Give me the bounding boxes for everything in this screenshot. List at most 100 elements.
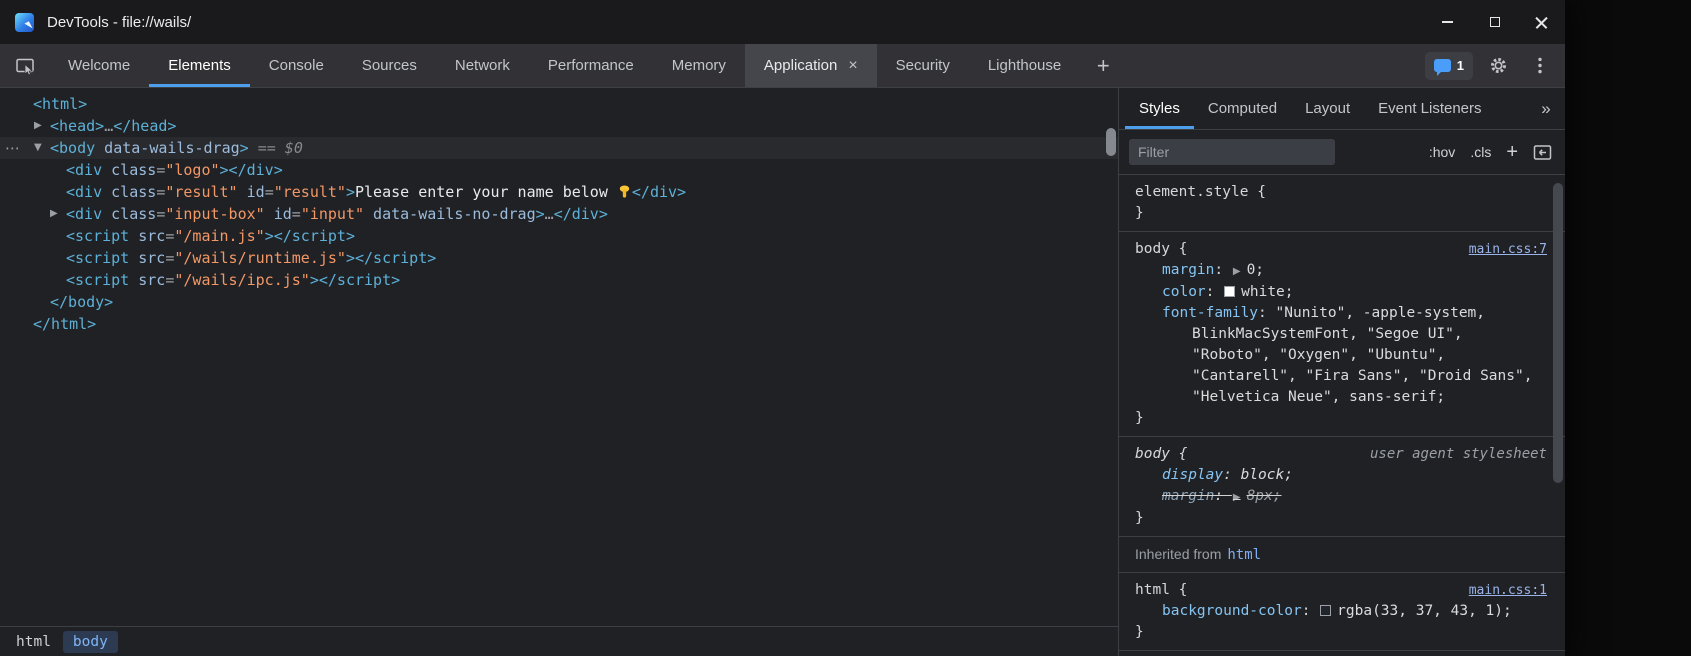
tab-welcome[interactable]: Welcome — [49, 44, 149, 87]
element-class-toggle[interactable]: .cls — [1470, 144, 1491, 160]
overflow-tabs-button[interactable]: » — [1527, 88, 1565, 129]
css-property-line[interactable]: margin: ▶0; — [1135, 260, 1547, 282]
stylesheet-link[interactable]: main.css:7 — [1469, 239, 1547, 260]
settings-button[interactable] — [1481, 49, 1515, 83]
token-eq: = — [156, 161, 165, 179]
token-cssval: rgba(33, 37, 43, 1); — [1337, 603, 1512, 619]
tab-label: Sources — [362, 57, 417, 74]
pseudo-state-toggle[interactable]: :hov — [1429, 144, 1455, 160]
shorthand-expander-icon[interactable]: ▶ — [1233, 266, 1241, 277]
color-swatch[interactable] — [1224, 286, 1235, 297]
selector[interactable]: body { — [1135, 444, 1187, 465]
token-tag: <script — [66, 227, 129, 245]
scrollbar-thumb[interactable] — [1106, 128, 1116, 156]
tab-console[interactable]: Console — [250, 44, 343, 87]
dom-tree-line[interactable]: </body> — [0, 291, 1118, 313]
css-property-line[interactable]: display: block; — [1135, 465, 1547, 486]
sidebar-tab-event-listeners[interactable]: Event Listeners — [1364, 88, 1495, 129]
more-actions-icon[interactable]: ⋯ — [5, 137, 21, 159]
computed-sidebar-toggle-button[interactable] — [1533, 144, 1552, 161]
notifications-badge[interactable]: 1 — [1425, 52, 1473, 80]
css-property-line[interactable]: background-color: rgba(33, 37, 43, 1); — [1135, 601, 1547, 622]
token-tag: </body> — [50, 293, 113, 311]
sidebar-tab-computed[interactable]: Computed — [1194, 88, 1291, 129]
token-attr: src — [129, 249, 165, 267]
inspect-element-button[interactable] — [0, 44, 49, 87]
tab-elements[interactable]: Elements — [149, 44, 250, 87]
selector[interactable]: body { — [1135, 239, 1187, 260]
tab-sources[interactable]: Sources — [343, 44, 436, 87]
breadcrumb-item-html[interactable]: html — [6, 631, 61, 653]
maximize-button[interactable] — [1471, 0, 1518, 44]
sidebar-tab-styles[interactable]: Styles — [1125, 88, 1194, 129]
close-button[interactable] — [1518, 0, 1565, 44]
titlebar[interactable]: DevTools - file://wails/ — [0, 0, 1565, 44]
minimize-icon — [1442, 21, 1453, 23]
styles-filter-input[interactable] — [1129, 139, 1335, 165]
token-cssval: "Nunito", -apple-system, — [1276, 305, 1486, 321]
css-property-line[interactable]: margin: ▶8px; — [1135, 486, 1547, 508]
styles-content: element.style {}body {main.css:7margin: … — [1119, 175, 1565, 656]
expand-arrow-icon[interactable]: ▶ — [34, 115, 42, 137]
css-property-line[interactable]: color: white; — [1135, 282, 1547, 303]
inspect-icon — [15, 56, 35, 76]
dom-tree-line[interactable]: ⋯▼<body data-wails-drag> == $0 — [0, 137, 1118, 159]
breadcrumb-item-body[interactable]: body — [63, 631, 118, 653]
css-property-line[interactable]: "Cantarell", "Fira Sans", "Droid Sans", — [1135, 366, 1547, 387]
new-style-rule-button[interactable]: + — [1506, 142, 1518, 162]
chat-bubble-icon — [1434, 59, 1451, 72]
scrollbar-thumb[interactable] — [1553, 183, 1563, 483]
token-attr: id — [265, 205, 292, 223]
dom-tree-line[interactable]: <div class="result" id="result">Please e… — [0, 181, 1118, 203]
node-link-html[interactable]: html — [1227, 547, 1261, 563]
token-tag: <div — [66, 205, 102, 223]
dom-tree-line[interactable]: <script src="/wails/ipc.js"></script> — [0, 269, 1118, 291]
selector[interactable]: html { — [1135, 580, 1187, 601]
css-property-line[interactable]: BlinkMacSystemFont, "Segoe UI", — [1135, 324, 1547, 345]
tab-label: Memory — [672, 57, 726, 74]
tab-application[interactable]: Application× — [745, 44, 877, 87]
inherited-from-label: Inherited from — [1135, 546, 1221, 562]
sidebar-tab-layout[interactable]: Layout — [1291, 88, 1364, 129]
css-property-line[interactable]: "Roboto", "Oxygen", "Ubuntu", — [1135, 345, 1547, 366]
dom-tree-line[interactable]: <html> — [0, 93, 1118, 115]
css-property-line[interactable]: "Helvetica Neue", sans-serif; — [1135, 387, 1547, 408]
dom-tree-line[interactable]: <script src="/wails/runtime.js"></script… — [0, 247, 1118, 269]
token-gray: … — [104, 117, 113, 135]
tab-label: Console — [269, 57, 324, 74]
selector[interactable]: element.style { — [1135, 182, 1266, 203]
dom-tree-line[interactable]: ▶<head>…</head> — [0, 115, 1118, 137]
expand-arrow-icon[interactable]: ▶ — [50, 203, 58, 225]
tab-lighthouse[interactable]: Lighthouse — [969, 44, 1080, 87]
tab-label: Performance — [548, 57, 634, 74]
dom-tree-line[interactable]: ▶<div class="input-box" id="input" data-… — [0, 203, 1118, 225]
color-swatch[interactable] — [1320, 605, 1331, 616]
more-tools-button[interactable]: + — [1080, 44, 1126, 87]
close-tab-icon[interactable]: × — [848, 58, 857, 74]
dom-tree-line[interactable]: <div class="logo"></div> — [0, 159, 1118, 181]
tab-performance[interactable]: Performance — [529, 44, 653, 87]
dom-tree: <html>▶<head>…</head>⋯▼<body data-wails-… — [0, 88, 1118, 626]
shorthand-expander-icon[interactable]: ▶ — [1233, 492, 1241, 503]
dom-tree-line[interactable]: <script src="/main.js"></script> — [0, 225, 1118, 247]
token-tag: > — [240, 139, 249, 157]
styles-toolbar: :hov .cls + — [1119, 130, 1565, 175]
token-attr: src — [129, 271, 165, 289]
tab-label: Security — [896, 57, 950, 74]
token-tag: </div> — [632, 183, 686, 201]
selector-text: body — [1135, 241, 1170, 257]
tab-security[interactable]: Security — [877, 44, 969, 87]
stylesheet-link[interactable]: main.css:1 — [1469, 580, 1547, 601]
styles-sidebar: StylesComputedLayoutEvent Listeners » :h… — [1119, 88, 1565, 656]
tab-network[interactable]: Network — [436, 44, 529, 87]
elements-panel: <html>▶<head>…</head>⋯▼<body data-wails-… — [0, 88, 1119, 656]
minimize-button[interactable] — [1424, 0, 1471, 44]
expand-arrow-icon[interactable]: ▼ — [34, 137, 42, 159]
sidebar-toggle-icon — [1533, 144, 1552, 161]
tab-memory[interactable]: Memory — [653, 44, 745, 87]
menu-button[interactable] — [1523, 49, 1557, 83]
close-brace: } — [1135, 408, 1547, 429]
dom-tree-line[interactable]: </html> — [0, 313, 1118, 335]
token-eq: = — [156, 205, 165, 223]
css-property-line[interactable]: font-family: "Nunito", -apple-system, — [1135, 303, 1547, 324]
